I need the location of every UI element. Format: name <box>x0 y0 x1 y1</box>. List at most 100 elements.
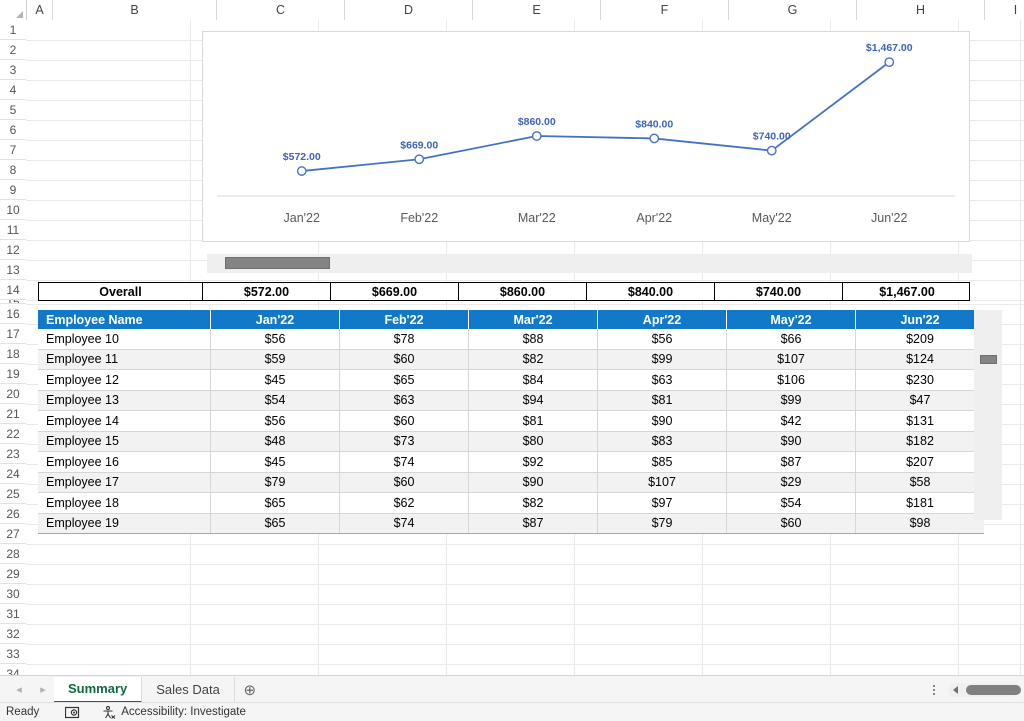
more-options-icon[interactable] <box>926 679 942 701</box>
grid-row-line <box>26 644 1024 645</box>
amount-cell: $45 <box>211 370 340 391</box>
amount-cell: $62 <box>340 493 469 514</box>
row-header-9[interactable]: 9 <box>0 180 26 200</box>
column-header-e[interactable]: E <box>473 0 601 20</box>
column-header-d[interactable]: D <box>345 0 473 20</box>
embedded-horizontal-scrollbar[interactable] <box>207 254 972 273</box>
column-header-a[interactable]: A <box>27 0 53 20</box>
table-body: Employee 10$56$78$88$56$66$209Employee 1… <box>38 329 984 534</box>
row-header-19[interactable]: 19 <box>0 364 26 384</box>
row-header-13[interactable]: 13 <box>0 260 26 280</box>
add-sheet-icon[interactable]: ⊕ <box>235 677 265 703</box>
row-header-30[interactable]: 30 <box>0 584 26 604</box>
row-header-23[interactable]: 23 <box>0 444 26 464</box>
row-header-1[interactable]: 1 <box>0 20 26 40</box>
row-header-20[interactable]: 20 <box>0 384 26 404</box>
row-header-11[interactable]: 11 <box>0 220 26 240</box>
accessibility-status[interactable]: Accessibility: Investigate <box>102 706 246 719</box>
chart-marker <box>533 132 541 140</box>
column-header-c[interactable]: C <box>217 0 345 20</box>
row-header-22[interactable]: 22 <box>0 424 26 444</box>
grid-row-line <box>26 544 1024 545</box>
column-header-g[interactable]: G <box>729 0 857 20</box>
column-header-i[interactable]: I <box>985 0 1024 20</box>
amount-cell: $60 <box>340 472 469 493</box>
row-header-16[interactable]: 16 <box>0 304 26 324</box>
row-header-7[interactable]: 7 <box>0 140 26 160</box>
sheet-tab-summary[interactable]: Summary <box>54 677 142 703</box>
scrollbar-thumb[interactable] <box>225 257 330 269</box>
amount-cell: $29 <box>727 472 856 493</box>
employee-name-cell: Employee 15 <box>38 431 211 452</box>
employee-name-cell: Employee 13 <box>38 390 211 411</box>
row-header-14[interactable]: 14 <box>0 280 26 300</box>
row-header-25[interactable]: 25 <box>0 484 26 504</box>
accessibility-icon <box>102 706 116 719</box>
row-header-6[interactable]: 6 <box>0 120 26 140</box>
amount-cell: $60 <box>340 411 469 432</box>
chart-data-label: $572.00 <box>283 151 321 163</box>
row-header-12[interactable]: 12 <box>0 240 26 260</box>
chart-data-label: $860.00 <box>518 116 556 128</box>
grid-row-line <box>26 664 1024 665</box>
table-column-header[interactable]: Mar'22 <box>469 310 598 329</box>
amount-cell: $56 <box>598 329 727 349</box>
row-header-24[interactable]: 24 <box>0 464 26 484</box>
amount-cell: $90 <box>727 431 856 452</box>
amount-cell: $182 <box>856 431 985 452</box>
table-column-header[interactable]: Jun'22 <box>856 310 985 329</box>
amount-cell: $54 <box>211 390 340 411</box>
row-header-column: 1234567891011121314151617181920212223242… <box>0 20 27 675</box>
macro-record-button[interactable] <box>65 706 80 719</box>
chart-data-label: $840.00 <box>635 118 673 130</box>
sheet-prev-icon[interactable]: ◂ <box>8 679 30 701</box>
scroll-left-icon[interactable] <box>953 686 958 694</box>
amount-cell: $83 <box>598 431 727 452</box>
row-header-5[interactable]: 5 <box>0 100 26 120</box>
horizontal-scrollbar-thumb[interactable] <box>966 685 1021 695</box>
vertical-scrollbar-thumb[interactable] <box>980 355 997 364</box>
row-header-26[interactable]: 26 <box>0 504 26 524</box>
amount-cell: $99 <box>727 390 856 411</box>
row-header-3[interactable]: 3 <box>0 60 26 80</box>
amount-cell: $59 <box>211 349 340 370</box>
chart-marker <box>885 58 893 66</box>
sheet-nav-arrows: ◂ ▸ <box>8 679 54 701</box>
table-column-header[interactable]: May'22 <box>727 310 856 329</box>
table-row: Employee 15$48$73$80$83$90$182 <box>38 431 984 452</box>
table-column-header[interactable]: Jan'22 <box>211 310 340 329</box>
column-header-h[interactable]: H <box>857 0 985 20</box>
row-header-4[interactable]: 4 <box>0 80 26 100</box>
amount-cell: $209 <box>856 329 985 349</box>
amount-cell: $81 <box>469 411 598 432</box>
table-column-header[interactable]: Feb'22 <box>340 310 469 329</box>
sheet-horizontal-scrollbar[interactable] <box>948 683 1018 697</box>
row-header-32[interactable]: 32 <box>0 624 26 644</box>
row-header-18[interactable]: 18 <box>0 344 26 364</box>
row-header-29[interactable]: 29 <box>0 564 26 584</box>
table-column-header[interactable]: Employee Name <box>38 310 211 329</box>
select-all-corner[interactable] <box>0 0 27 20</box>
row-header-10[interactable]: 10 <box>0 200 26 220</box>
column-header-f[interactable]: F <box>601 0 729 20</box>
row-header-2[interactable]: 2 <box>0 40 26 60</box>
row-header-33[interactable]: 33 <box>0 644 26 664</box>
grid-row-line <box>26 304 1024 305</box>
sheet-tab-sales-data[interactable]: Sales Data <box>142 677 235 703</box>
chart-x-tick: Jan'22 <box>284 211 320 225</box>
row-header-28[interactable]: 28 <box>0 544 26 564</box>
row-header-21[interactable]: 21 <box>0 404 26 424</box>
row-header-27[interactable]: 27 <box>0 524 26 544</box>
row-header-17[interactable]: 17 <box>0 324 26 344</box>
sheet-next-icon[interactable]: ▸ <box>32 679 54 701</box>
grid-vertical-scrollbar[interactable] <box>974 310 1002 520</box>
chart-series-line <box>302 62 890 171</box>
table-column-header[interactable]: Apr'22 <box>598 310 727 329</box>
status-mode: Ready <box>6 706 39 718</box>
column-header-b[interactable]: B <box>53 0 217 20</box>
row-header-8[interactable]: 8 <box>0 160 26 180</box>
grid-row-line <box>26 584 1024 585</box>
amount-cell: $106 <box>727 370 856 391</box>
row-header-31[interactable]: 31 <box>0 604 26 624</box>
line-chart-object[interactable]: $572.00$669.00$860.00$840.00$740.00$1,46… <box>202 31 970 242</box>
